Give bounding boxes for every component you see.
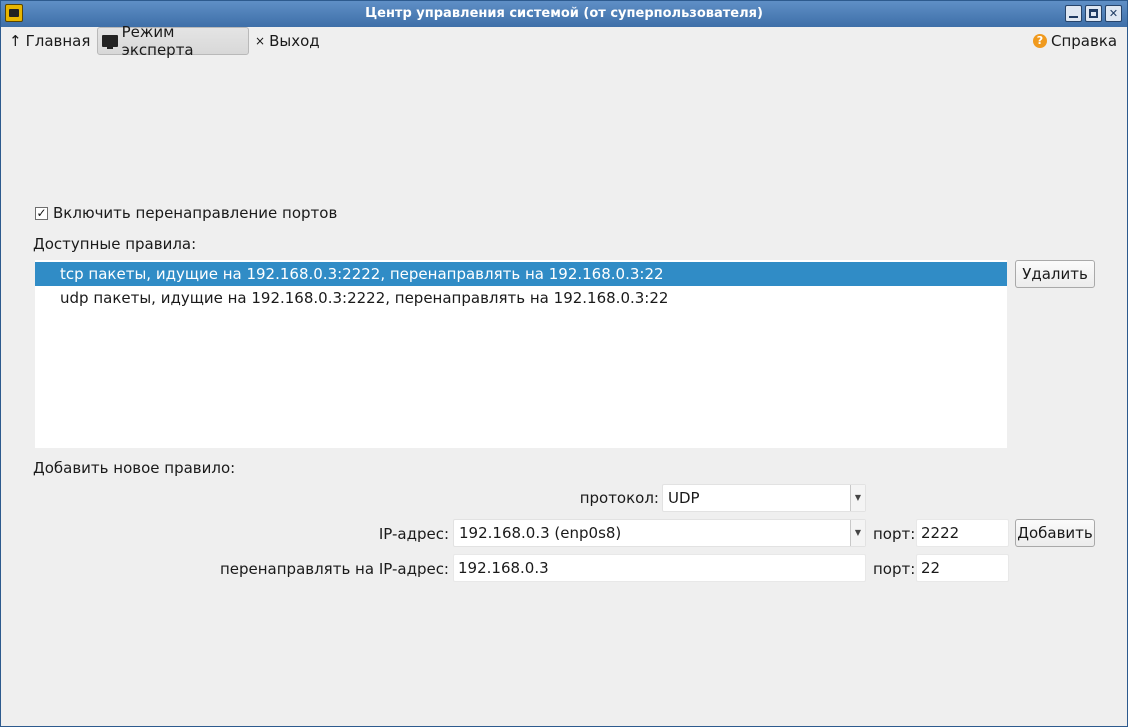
expert-mode-label: Режим эксперта	[121, 23, 194, 59]
redirect-ip-input[interactable]	[453, 554, 866, 582]
protocol-value: UDP	[668, 489, 700, 507]
window-title: Центр управления системой (от суперпольз…	[365, 6, 763, 21]
rule-item[interactable]: tcp пакеты, идущие на 192.168.0.3:2222, …	[35, 262, 1007, 286]
ip-address-value: 192.168.0.3 (enp0s8)	[459, 524, 622, 542]
enable-port-forwarding-row[interactable]: ✓ Включить перенаправление портов	[35, 204, 337, 222]
home-label: Главная	[25, 32, 91, 50]
help-icon: ?	[1033, 34, 1047, 48]
protocol-label: протокол:	[579, 489, 659, 507]
maximize-button[interactable]	[1085, 5, 1102, 22]
arrow-up-icon: ↑	[9, 32, 22, 50]
enable-port-forwarding-label: Включить перенаправление портов	[53, 204, 338, 222]
exit-label: Выход	[269, 32, 320, 50]
port-label: порт:	[873, 525, 916, 543]
redirect-port-label: порт:	[873, 560, 916, 578]
help-button[interactable]: ? Справка	[1033, 27, 1117, 55]
rule-item[interactable]: udp пакеты, идущие на 192.168.0.3:2222, …	[35, 286, 1007, 310]
app-window: Центр управления системой (от суперпольз…	[0, 0, 1128, 727]
exit-button[interactable]: × Выход	[255, 27, 320, 55]
redirect-ip-label: перенаправлять на IP-адрес:	[219, 560, 449, 578]
ip-address-select[interactable]: 192.168.0.3 (enp0s8) ▼	[453, 519, 866, 547]
expert-mode-button[interactable]: Режим эксперта	[97, 23, 249, 59]
monitor-icon	[102, 35, 118, 49]
rules-list[interactable]: tcp пакеты, идущие на 192.168.0.3:2222, …	[35, 260, 1007, 448]
toolbar: ↑ Главная Режим эксперта × Выход ? Справ…	[1, 23, 1127, 59]
help-label: Справка	[1051, 32, 1118, 50]
port-input[interactable]	[916, 519, 1009, 547]
chevron-down-icon[interactable]: ▼	[850, 520, 865, 546]
ip-address-label: IP-адрес:	[378, 525, 449, 543]
chevron-down-icon[interactable]: ▼	[850, 485, 865, 511]
delete-button[interactable]: Удалить	[1015, 260, 1095, 288]
close-button[interactable]: ✕	[1105, 5, 1122, 22]
protocol-select[interactable]: UDP ▼	[662, 484, 866, 512]
minimize-button[interactable]	[1065, 5, 1082, 22]
home-button[interactable]: ↑ Главная	[9, 27, 90, 55]
redirect-port-input[interactable]	[916, 554, 1009, 582]
enable-port-forwarding-checkbox[interactable]: ✓	[35, 206, 48, 220]
available-rules-label: Доступные правила:	[33, 235, 197, 253]
close-icon: ×	[255, 34, 266, 48]
add-button[interactable]: Добавить	[1015, 519, 1095, 547]
add-rule-label: Добавить новое правило:	[33, 459, 236, 477]
